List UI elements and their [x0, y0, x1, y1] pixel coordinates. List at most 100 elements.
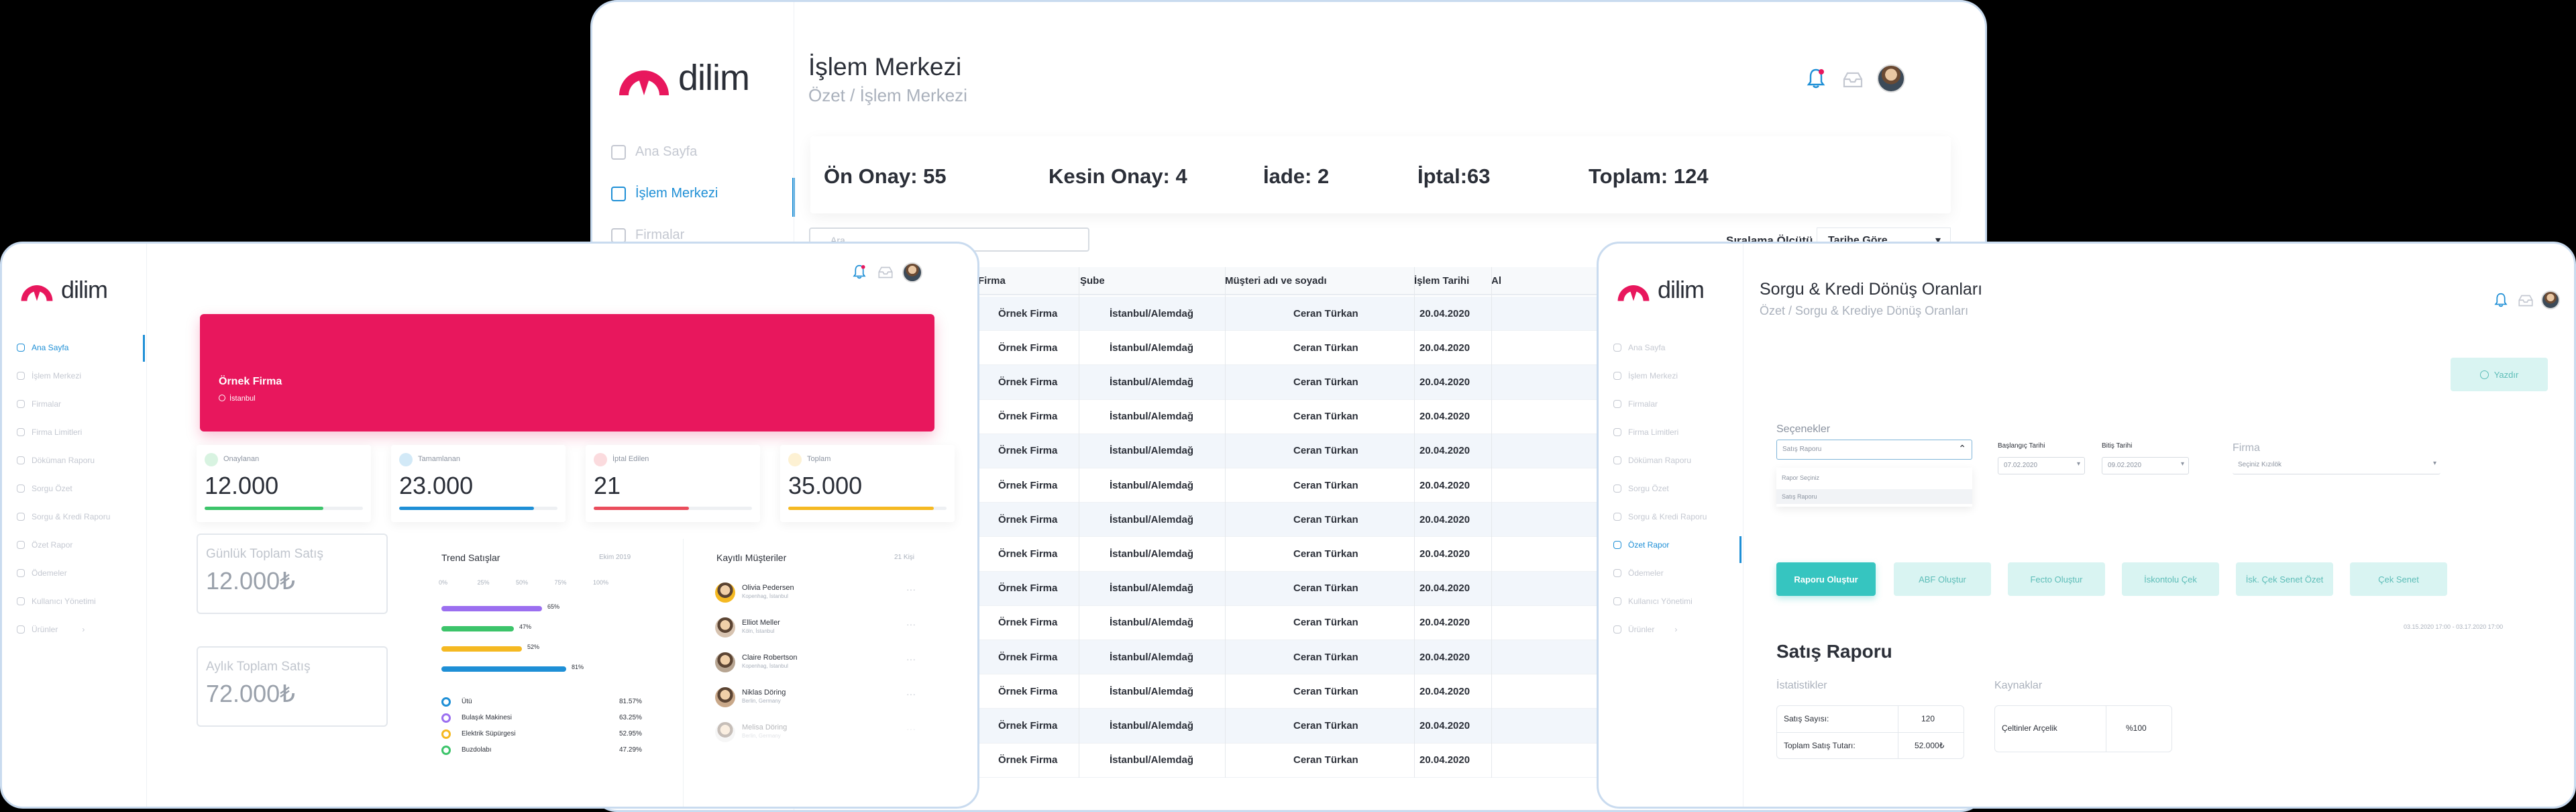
sidebar-item-2[interactable]: İşlem Merkezi: [1613, 371, 1678, 380]
inbox-icon[interactable]: [1842, 71, 1864, 89]
sidebar-item-9[interactable]: Ödemeler: [17, 568, 67, 578]
stat-fill: [594, 507, 689, 510]
chevron-right-icon: ›: [82, 625, 85, 634]
sidebar-item-6[interactable]: Sorgu Özet: [17, 484, 72, 493]
sidebar-item-label: Ürünler: [1628, 625, 1655, 634]
printer-icon: [2479, 370, 2489, 379]
column-divider: [1491, 267, 1492, 778]
start-date-input[interactable]: 07.02.2020 ▾: [1998, 457, 2085, 474]
table-cell: Örnek Firma: [998, 411, 1058, 423]
dropdown-option[interactable]: Satış Raporu: [1782, 493, 1817, 500]
report-action-button[interactable]: Çek Senet: [2350, 562, 2447, 596]
stat-card[interactable]: İptal Edilen 21: [586, 445, 760, 522]
sidebar-item-7[interactable]: Sorgu & Kredi Raporu: [17, 512, 110, 521]
sidebar-item-10[interactable]: Kullanıcı Yönetimi: [1613, 597, 1693, 606]
customer-avatar[interactable]: [715, 722, 735, 742]
stats-title: İstatistikler: [1776, 680, 1827, 691]
table-cell: Örnek Firma: [998, 445, 1058, 457]
customer-avatar[interactable]: [715, 652, 735, 672]
sidebar-item-2[interactable]: İşlem Merkezi: [17, 371, 81, 380]
sidebar-item-3[interactable]: Firmalar: [17, 399, 61, 409]
sidebar-item-1[interactable]: Ana Sayfa: [1613, 343, 1665, 352]
legend-value: 81.57%: [619, 698, 642, 705]
sidebar-item-5[interactable]: Döküman Raporu: [1613, 456, 1691, 465]
sidebar-item-11[interactable]: Ürünler ›: [17, 625, 85, 634]
sidebar-item-label: Firmalar: [1628, 399, 1658, 409]
stat-card[interactable]: Toplam 35.000: [780, 445, 955, 522]
table-cell: Örnek Firma: [998, 307, 1058, 319]
sidebar-item-10[interactable]: Kullanıcı Yönetimi: [17, 597, 96, 606]
report-action-button[interactable]: ABF Oluştur: [1894, 562, 1991, 596]
customer-avatar[interactable]: [715, 582, 735, 603]
bell-icon[interactable]: [853, 264, 866, 280]
start-date-label: Başlangıç Tarihi: [1998, 442, 2045, 450]
end-date-input[interactable]: 09.02.2020 ▾: [2102, 457, 2189, 474]
summary-card: Ön Onay: 55 Kesin Onay: 4 İade: 2 İptal:…: [810, 136, 1951, 213]
sidebar-item-ana-sayfa[interactable]: Ana Sayfa: [611, 144, 697, 160]
trend-bar-label: 65%: [547, 603, 560, 610]
th-sube: Şube: [1080, 275, 1105, 287]
sidebar-item-islem-merkezi[interactable]: İşlem Merkezi: [611, 186, 718, 201]
stat-icon: [399, 453, 413, 466]
menu-icon: [1613, 485, 1621, 493]
hero-company: Örnek Firma: [219, 376, 282, 387]
sidebar-item-5[interactable]: Döküman Raporu: [17, 456, 95, 465]
stat-value: 23.000: [399, 472, 474, 499]
sidebar-item-8[interactable]: Özet Rapor: [1613, 540, 1669, 550]
sidebar-item-firmalar[interactable]: Firmalar: [611, 227, 684, 243]
dropdown-option[interactable]: Rapor Seçiniz: [1782, 474, 1819, 481]
bell-icon[interactable]: [1807, 68, 1825, 89]
report-action-button[interactable]: İsk. Çek Senet Özet: [2236, 562, 2333, 596]
report-action-button[interactable]: Fecto Oluştur: [2008, 562, 2105, 596]
row-divider: [1777, 732, 1964, 733]
report-type-select[interactable]: Satış Raporu ⌃: [1776, 440, 1972, 460]
stat-icon: [594, 453, 607, 466]
trend-title: Trend Satışlar: [441, 552, 500, 563]
report-action-button[interactable]: İskontolu Çek: [2122, 562, 2219, 596]
table-cell: İstanbul/Alemdağ: [1110, 307, 1194, 319]
sidebar-item-3[interactable]: Firmalar: [1613, 399, 1658, 409]
sidebar-item-7[interactable]: Sorgu & Kredi Raporu: [1613, 512, 1707, 521]
sidebar-item-4[interactable]: Firma Limitleri: [17, 427, 82, 437]
sidebar-item-9[interactable]: Ödemeler: [1613, 568, 1664, 578]
more-icon[interactable]: ···: [906, 689, 916, 699]
sidebar-item-1[interactable]: Ana Sayfa: [17, 343, 68, 352]
sidebar-item-label: Ödemeler: [32, 568, 67, 578]
trend-bar-label: 81%: [572, 664, 584, 670]
company-hero-card[interactable]: Örnek Firma İstanbul: [200, 314, 934, 432]
sidebar-item-11[interactable]: Ürünler ›: [1613, 625, 1677, 634]
stat-card[interactable]: Tamamlanan 23.000: [391, 445, 566, 522]
stat-label: Tamamlanan: [418, 455, 460, 463]
grid-icon: [17, 344, 25, 352]
logo: dilim: [19, 276, 108, 304]
table-cell: Örnek Firma: [998, 376, 1058, 388]
customer-name: Melisa Döring: [742, 723, 788, 731]
stat-value: 120: [1921, 714, 1935, 723]
more-icon[interactable]: ···: [906, 723, 916, 734]
stat-label: Toplam: [807, 455, 831, 463]
sidebar-item-label: Firma Limitleri: [1628, 427, 1679, 437]
more-icon[interactable]: ···: [906, 584, 916, 595]
firma-select[interactable]: Seçiniz Kızılök ▾: [2233, 457, 2440, 474]
th-firma: Firma: [978, 275, 1006, 287]
sidebar-item-label: Sorgu Özet: [32, 484, 72, 493]
sidebar-item-4[interactable]: Firma Limitleri: [1613, 427, 1678, 437]
more-icon[interactable]: ···: [906, 619, 916, 629]
report-action-button[interactable]: Raporu Oluştur: [1776, 562, 1876, 596]
source-value: %100: [2126, 723, 2147, 733]
stat-label: Toplam Satış Tutarı:: [1784, 741, 1856, 750]
stat-card[interactable]: Onaylanan 12.000: [197, 445, 371, 522]
bell-icon[interactable]: [2494, 292, 2508, 308]
building-icon: [611, 227, 626, 243]
sidebar-item-6[interactable]: Sorgu Özet: [1613, 484, 1669, 493]
more-icon[interactable]: ···: [906, 654, 916, 664]
avatar[interactable]: [1877, 64, 1905, 93]
inbox-icon[interactable]: [877, 266, 894, 279]
sidebar-item-8[interactable]: Özet Rapor: [17, 540, 72, 550]
inbox-icon[interactable]: [2518, 294, 2534, 307]
print-button[interactable]: Yazdır: [2451, 358, 2548, 391]
avatar[interactable]: [902, 262, 922, 283]
customer-avatar[interactable]: [715, 617, 735, 638]
avatar[interactable]: [2541, 291, 2560, 309]
customer-avatar[interactable]: [715, 687, 735, 707]
